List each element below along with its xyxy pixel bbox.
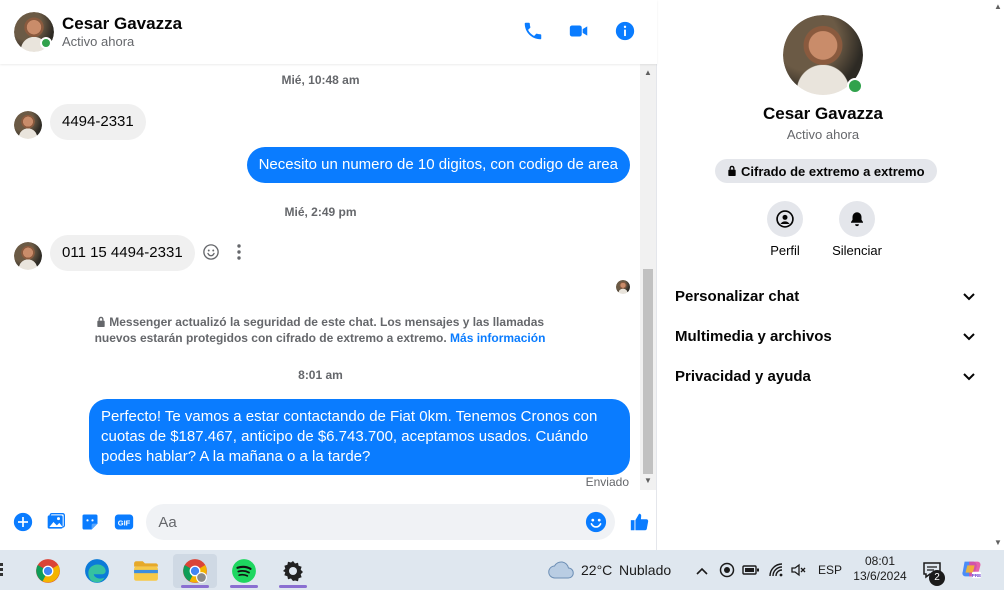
incoming-message[interactable]: 011 15 4494-2331	[50, 235, 195, 271]
sidebar-scrollbar[interactable]: ▲ ▼	[992, 0, 1004, 550]
clock-date: 13/6/2024	[853, 569, 907, 583]
svg-text:GIF: GIF	[117, 518, 130, 527]
emoji-icon[interactable]	[585, 511, 607, 533]
chrome-active-icon[interactable]	[173, 554, 217, 588]
more-options-icon[interactable]	[236, 243, 242, 266]
timestamp: Mié, 10:48 am	[281, 73, 360, 87]
mute-label: Silenciar	[832, 243, 882, 258]
section-label: Personalizar chat	[675, 287, 800, 305]
battery-icon[interactable]	[742, 563, 760, 582]
message-avatar	[14, 242, 42, 270]
message-list[interactable]: Mié, 10:48 am 4494-2331 Necesito un nume…	[0, 64, 641, 494]
file-explorer-icon[interactable]	[124, 554, 168, 588]
scroll-up-icon[interactable]: ▲	[994, 2, 1002, 11]
video-icon[interactable]	[567, 19, 591, 43]
section-media-files[interactable]: Multimedia y archivos	[675, 324, 975, 348]
e2e-label: Cifrado de extremo a extremo	[741, 163, 925, 179]
settings-gear-icon[interactable]	[271, 554, 315, 588]
edge-icon[interactable]	[75, 554, 119, 588]
like-icon[interactable]	[629, 511, 651, 533]
volume-muted-icon[interactable]	[790, 562, 806, 583]
sticker-icon[interactable]	[79, 511, 101, 533]
record-icon[interactable]	[719, 562, 735, 583]
chevron-down-icon	[963, 288, 975, 305]
weather-status[interactable]: Nublado	[619, 562, 671, 578]
lock-icon	[727, 164, 737, 179]
scroll-thumb[interactable]	[643, 269, 653, 474]
scroll-down-icon[interactable]: ▼	[994, 538, 1002, 547]
message-input[interactable]	[146, 504, 616, 540]
contact-info[interactable]: Cesar Gavazza Activo ahora	[62, 14, 182, 50]
section-label: Multimedia y archivos	[675, 327, 832, 345]
outgoing-message[interactable]: Necesito un numero de 10 digitos, con co…	[246, 147, 630, 183]
messenger-app: Cesar Gavazza Activo ahora Mié, 10:48 am…	[0, 0, 1004, 550]
taskbar-grid-icon[interactable]	[0, 562, 8, 583]
clock[interactable]: 08:01 13/6/2024	[848, 554, 912, 584]
chat-scrollbar[interactable]: ▲ ▼	[640, 64, 656, 490]
active-indicator	[279, 585, 307, 588]
chevron-down-icon	[963, 368, 975, 385]
scroll-down-icon[interactable]: ▼	[644, 476, 652, 485]
profile-button[interactable]: Perfil	[750, 201, 820, 258]
timestamp: Mié, 2:49 pm	[284, 205, 357, 219]
section-privacy-help[interactable]: Privacidad y ayuda	[675, 364, 975, 388]
photo-icon[interactable]	[46, 511, 68, 533]
notification-count: 2	[929, 570, 945, 586]
section-customize-chat[interactable]: Personalizar chat	[675, 284, 975, 308]
chevron-up-icon[interactable]	[696, 563, 708, 581]
cloud-icon[interactable]	[548, 561, 574, 584]
composer: GIF	[0, 494, 657, 550]
wifi-icon[interactable]	[768, 562, 784, 583]
outgoing-message[interactable]: Perfecto! Te vamos a estar contactando d…	[89, 399, 630, 475]
sent-status: Enviado	[585, 475, 629, 489]
spotify-icon[interactable]	[222, 554, 266, 588]
svg-text:PRE: PRE	[972, 573, 981, 578]
message-input-wrapper	[146, 504, 616, 540]
temperature[interactable]: 22°C	[581, 562, 612, 578]
section-label: Privacidad y ayuda	[675, 367, 811, 385]
mute-button[interactable]: Silenciar	[822, 201, 892, 258]
timestamp: 8:01 am	[298, 368, 343, 382]
conversation-info-panel: Cesar Gavazza Activo ahora Cifrado de ex…	[658, 0, 1004, 550]
active-indicator	[230, 585, 258, 588]
sidebar-contact-status: Activo ahora	[786, 127, 860, 142]
contact-status: Activo ahora	[62, 34, 135, 49]
bell-icon	[839, 201, 875, 237]
chat-pane: Cesar Gavazza Activo ahora Mié, 10:48 am…	[0, 0, 657, 550]
sidebar-contact-name: Cesar Gavazza	[762, 104, 884, 123]
clock-time: 08:01	[864, 554, 896, 568]
chevron-down-icon	[963, 328, 975, 345]
profile-label: Perfil	[770, 243, 800, 258]
contact-name: Cesar Gavazza	[62, 14, 183, 33]
seen-indicator-avatar	[616, 280, 630, 294]
language-indicator[interactable]: ESP	[818, 563, 842, 578]
chat-header: Cesar Gavazza Activo ahora	[0, 0, 657, 64]
active-indicator	[181, 585, 209, 588]
lock-icon	[96, 315, 109, 329]
incoming-message[interactable]: 4494-2331	[50, 104, 146, 140]
react-emoji-icon[interactable]	[202, 243, 220, 266]
profile-icon	[767, 201, 803, 237]
taskbar: 22°C Nublado ESP 08:01 13/6/2024 2 PRE	[0, 550, 1004, 590]
e2e-badge[interactable]: Cifrado de extremo a extremo	[715, 159, 937, 183]
gif-icon[interactable]: GIF	[113, 511, 135, 533]
phone-icon[interactable]	[521, 19, 545, 43]
plus-icon[interactable]	[12, 511, 34, 533]
sidebar-online-indicator	[847, 78, 863, 94]
copilot-icon[interactable]: PRE	[960, 558, 982, 585]
online-indicator	[40, 37, 52, 49]
info-icon[interactable]	[613, 19, 637, 43]
message-avatar	[14, 111, 42, 139]
chrome-icon[interactable]	[26, 554, 70, 588]
security-notice: Messenger actualizó la seguridad de este…	[90, 314, 550, 346]
more-info-link[interactable]: Más información	[450, 331, 545, 345]
header-actions	[521, 19, 637, 43]
scroll-up-icon[interactable]: ▲	[644, 68, 652, 77]
